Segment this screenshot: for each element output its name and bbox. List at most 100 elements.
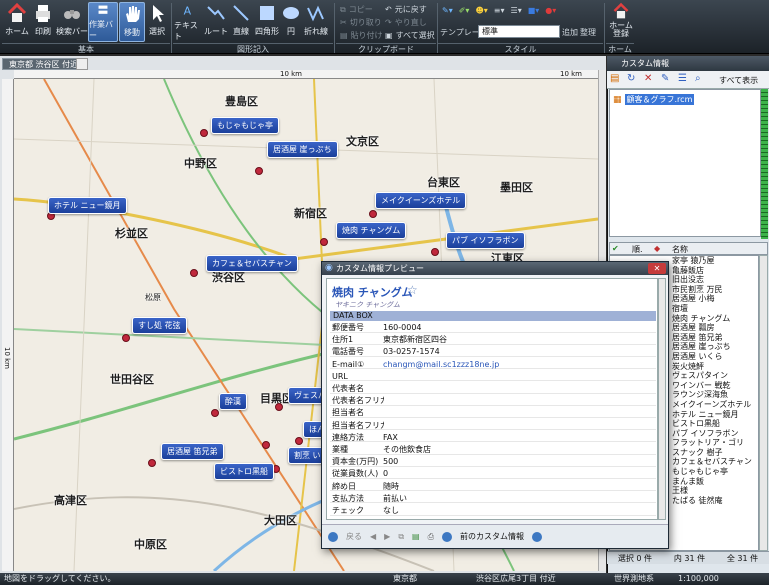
field-value: 03-0257-1574 — [383, 347, 440, 357]
map-marker[interactable] — [275, 403, 283, 411]
dialog-scrollbar[interactable] — [658, 278, 666, 520]
delete-icon[interactable]: ✕ — [644, 73, 652, 84]
field-key: E-mail① — [332, 359, 365, 369]
pin-label[interactable]: パブ イソフラボン — [446, 232, 525, 249]
redo-button[interactable]: ↷ やり直し — [385, 17, 427, 28]
folder-icon[interactable]: ▤ — [610, 73, 619, 84]
prev-icon[interactable] — [442, 531, 452, 542]
page-icon[interactable] — [76, 58, 88, 70]
print-icon[interactable]: ⎙ — [428, 532, 434, 542]
field-value: 500 — [383, 457, 399, 467]
close-button[interactable]: ✕ — [648, 263, 666, 274]
map-marker[interactable] — [262, 441, 270, 449]
check-icon[interactable]: ✔ — [612, 244, 619, 253]
line-tool-button[interactable]: 直線 — [230, 2, 252, 42]
select-button[interactable]: 選択 — [146, 2, 168, 42]
circle-tool-button[interactable]: 円 — [281, 2, 301, 42]
field-value: changm@mail.sc1zzz18ne.jp — [383, 359, 500, 369]
pin-label[interactable]: もじゃもじゃ亭 — [211, 117, 279, 134]
organize-template-button[interactable]: 整理 — [580, 27, 596, 38]
prev-record-button[interactable]: 前のカスタム情報 — [460, 531, 524, 542]
marker-color-icon[interactable]: ●▾ — [545, 6, 556, 15]
map-marker[interactable] — [211, 409, 219, 417]
column-order[interactable]: 順. — [632, 244, 643, 255]
next-icon[interactable] — [532, 531, 542, 542]
group-label-home: ホーム — [606, 43, 634, 54]
map-marker[interactable] — [431, 248, 439, 256]
star-icon[interactable]: ☆ — [407, 283, 418, 297]
paste-button[interactable]: ▤ 貼り付け — [340, 30, 383, 41]
rect-tool-button[interactable]: 四角形 — [254, 2, 280, 42]
status-prefecture: 東京都 — [393, 574, 417, 583]
tree-item[interactable]: ▦ 顧客＆グラフ.rcm — [613, 94, 695, 105]
line-icon — [233, 5, 249, 21]
map-marker[interactable] — [190, 269, 198, 277]
scissors-icon: ✂ — [340, 18, 347, 27]
pin-label[interactable]: ホテル ニュー鏡月 — [48, 197, 127, 214]
map-marker[interactable] — [148, 459, 156, 467]
face-style-icon[interactable]: ☻▾ — [475, 6, 487, 15]
work-bar-button[interactable]: 作業バー — [88, 2, 118, 42]
field-row: チェック なし — [330, 506, 656, 516]
panel-toolbar: ▤ ↻ ✕ ✎ ☰ ⌕ すべて表示 — [607, 71, 769, 89]
record-name: 焼肉 チャングム — [332, 286, 413, 299]
ward-label: 台東区 — [427, 176, 460, 189]
brush-style-icon[interactable]: ✐▾ — [459, 6, 470, 15]
map-marker[interactable] — [369, 210, 377, 218]
column-name[interactable]: 名称 — [672, 244, 688, 255]
copy-icon[interactable]: ⧉ — [398, 532, 404, 542]
line-width-icon[interactable]: ☰▾ — [511, 6, 522, 15]
pin-label[interactable]: カフェ＆セバスチャン — [206, 255, 298, 272]
back-button[interactable]: 戻る — [346, 531, 362, 542]
list-icon[interactable]: ☰ — [678, 73, 687, 84]
nav-right-icon[interactable]: ▶ — [384, 532, 390, 541]
pin-label[interactable]: すし処 花弦 — [132, 317, 187, 334]
field-row: 電話番号 03-0257-1574 — [330, 347, 656, 357]
selected-count: 選択 0 件 — [617, 554, 653, 563]
text-tool-button[interactable]: A テキスト — [174, 2, 202, 42]
search-icon[interactable]: ⌕ — [695, 73, 701, 84]
pin-label[interactable]: 酔漢 — [219, 393, 247, 410]
printer-icon — [36, 5, 50, 22]
pen-style-icon[interactable]: ✎▾ — [442, 6, 453, 15]
pin-label[interactable]: 居酒屋 笛兄弟 — [161, 443, 224, 460]
print-button[interactable]: 印刷 — [30, 2, 56, 42]
list-scrollbar[interactable] — [759, 255, 768, 551]
refresh-icon[interactable]: ↻ — [627, 73, 635, 84]
pin-label[interactable]: 居酒屋 崖っぷち — [267, 141, 338, 158]
ruler-left: 10 km — [2, 79, 14, 571]
template-select[interactable]: 標準 — [478, 25, 560, 38]
status-scale: 1:100,000 — [678, 574, 719, 583]
cut-button[interactable]: ✂ 切り取り — [340, 17, 382, 28]
text-a-icon: A — [184, 4, 192, 17]
map-marker[interactable] — [295, 437, 303, 445]
home-register-button[interactable]: ホーム 登録 — [608, 2, 634, 42]
map-tab[interactable]: 東京都 渋谷区 付近 — [2, 58, 86, 70]
field-row: 代表者名 — [330, 384, 656, 394]
home-button[interactable]: ホーム — [4, 2, 30, 42]
map-marker[interactable] — [255, 167, 263, 175]
polyline-tool-button[interactable]: 折れ線 — [303, 2, 329, 42]
search-bar-button[interactable]: 検索バー — [56, 2, 88, 42]
map-marker[interactable] — [122, 334, 130, 342]
ward-label: 中原区 — [134, 538, 167, 551]
show-all-button[interactable]: すべて表示 — [719, 75, 758, 86]
edit-icon[interactable]: ✎ — [661, 73, 669, 84]
add-template-button[interactable]: 追加 — [562, 27, 578, 38]
select-all-button[interactable]: ▣ すべて選択 — [385, 30, 435, 41]
back-icon[interactable] — [328, 531, 338, 542]
move-button[interactable]: 移動 — [119, 2, 145, 42]
pin-label[interactable]: メイクイーンズホテル — [375, 192, 467, 209]
pin-label[interactable]: ビストロ黒船 — [214, 463, 274, 480]
map-marker[interactable] — [320, 238, 328, 246]
nav-left-icon[interactable]: ◀ — [370, 532, 376, 541]
copy-button[interactable]: ⧉ コピー — [340, 4, 373, 15]
line-style-icon[interactable]: ≡▾ — [494, 6, 505, 15]
map-marker[interactable] — [200, 129, 208, 137]
pin-label[interactable]: 焼肉 チャングム — [336, 222, 407, 239]
field-key: チェック — [332, 506, 364, 515]
undo-button[interactable]: ↶ 元に戻す — [385, 4, 427, 15]
export-icon[interactable]: ▤ — [412, 532, 420, 541]
route-tool-button[interactable]: ルート — [203, 2, 229, 42]
fill-color-icon[interactable]: ■▾ — [528, 6, 540, 15]
